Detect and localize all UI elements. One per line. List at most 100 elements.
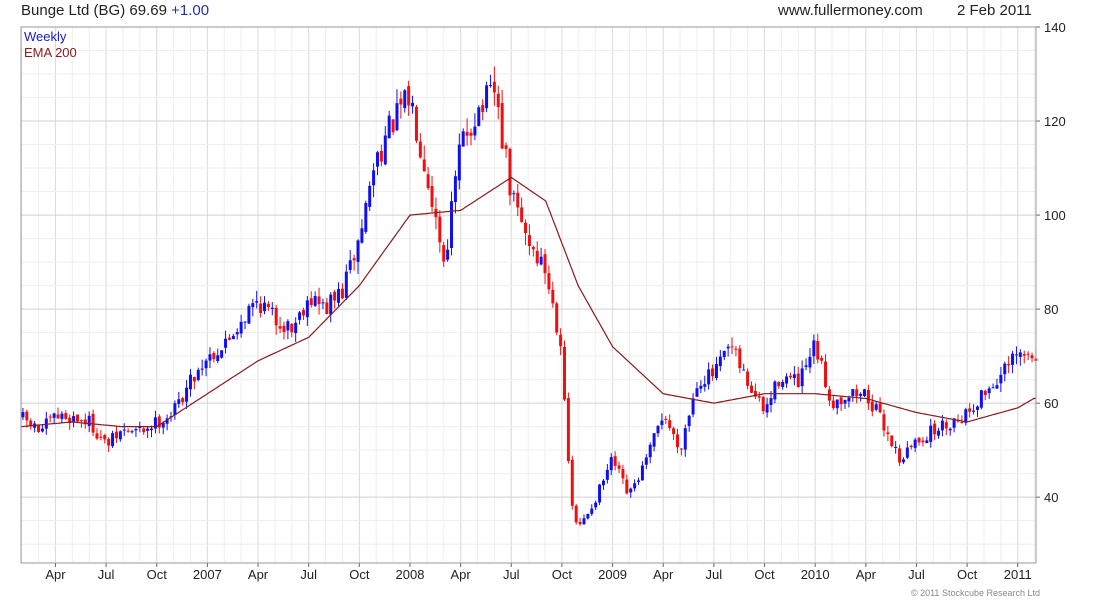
- candle-body: [391, 119, 395, 133]
- candle-body: [1018, 352, 1022, 357]
- y-tick-label: 140: [1044, 20, 1066, 35]
- candle-body: [309, 298, 313, 306]
- last-price: 69.69: [129, 2, 167, 19]
- x-tick-label: Jul: [706, 567, 723, 582]
- candle-body: [395, 103, 399, 131]
- candle-body: [878, 403, 882, 413]
- candle-body: [134, 429, 138, 431]
- candle-body: [305, 300, 309, 318]
- candle-body: [301, 310, 305, 316]
- candle-body: [929, 425, 933, 442]
- candle-body: [196, 369, 200, 380]
- y-tick-label: 60: [1044, 396, 1058, 411]
- candle-body: [442, 245, 446, 262]
- x-tick-label: Oct: [754, 567, 775, 582]
- candle-body: [730, 346, 734, 348]
- candle-body: [481, 105, 485, 113]
- candle-body: [477, 107, 481, 126]
- candle-body: [95, 433, 99, 439]
- candle-body: [329, 294, 333, 315]
- candle-body: [617, 465, 621, 469]
- candle-body: [1030, 355, 1034, 359]
- candle-body: [718, 356, 722, 367]
- candle-body: [933, 423, 937, 435]
- candle-body: [898, 448, 902, 463]
- candle-body: [418, 141, 422, 158]
- candle-body: [524, 222, 528, 234]
- security-name: Bunge Ltd (BG): [21, 2, 126, 19]
- candle-body: [660, 420, 664, 426]
- candle-body: [555, 303, 559, 333]
- candle-body: [781, 381, 785, 387]
- candle-body: [562, 346, 566, 400]
- candle-body: [750, 385, 754, 393]
- candle-body: [508, 148, 512, 196]
- candle-body: [609, 457, 613, 471]
- x-tick-label: 2010: [801, 567, 830, 582]
- candle-body: [181, 398, 185, 403]
- candle-body: [138, 427, 142, 429]
- x-tick-label: Jul: [908, 567, 925, 582]
- candle-body: [44, 418, 48, 429]
- candle-body: [146, 428, 150, 431]
- candle-body: [699, 385, 703, 389]
- x-tick-label: Oct: [349, 567, 370, 582]
- candle-body: [913, 439, 917, 448]
- candle-body: [968, 408, 972, 412]
- candle-body: [886, 432, 890, 435]
- candle-body: [734, 348, 738, 350]
- candle-body: [37, 424, 41, 433]
- candle-body: [777, 382, 781, 387]
- candle-body: [259, 303, 263, 313]
- candle-body: [644, 457, 648, 465]
- candle-body: [516, 192, 520, 208]
- candle-body: [707, 369, 711, 385]
- candle-body: [150, 428, 154, 430]
- candle-body: [243, 321, 247, 323]
- candle-body: [130, 431, 134, 433]
- candle-body: [921, 440, 925, 443]
- candle-body: [726, 346, 730, 349]
- candle-body: [586, 513, 590, 519]
- candle-body: [216, 355, 220, 361]
- candle-body: [473, 126, 477, 136]
- y-tick-label: 80: [1044, 302, 1058, 317]
- candle-body: [375, 152, 379, 167]
- candle-body: [940, 420, 944, 431]
- candle-body: [722, 350, 726, 358]
- candle-body: [344, 271, 348, 298]
- candle-body: [531, 246, 535, 250]
- candle-body: [387, 115, 391, 139]
- legend-ema: EMA 200: [24, 45, 77, 60]
- candle-body: [290, 324, 294, 333]
- x-tick-label: 2009: [598, 567, 627, 582]
- candle-body: [286, 321, 290, 331]
- candle-body: [72, 416, 76, 422]
- candle-body: [255, 301, 259, 303]
- candle-body: [859, 393, 863, 396]
- candle-body: [56, 414, 60, 419]
- candle-body: [122, 429, 126, 431]
- x-tick-label: 2007: [193, 567, 222, 582]
- candle-body: [979, 390, 983, 408]
- candle-body: [465, 131, 469, 136]
- x-tick-label: Apr: [451, 567, 472, 582]
- candle-body: [991, 387, 995, 389]
- candle-body: [79, 420, 83, 422]
- candle-body: [598, 484, 602, 503]
- candle-body: [364, 202, 368, 232]
- candle-body: [551, 289, 555, 304]
- candle-body: [368, 185, 372, 207]
- candle-body: [399, 98, 403, 105]
- candle-body: [839, 397, 843, 405]
- candle-body: [847, 397, 851, 402]
- candle-body: [757, 396, 761, 398]
- candle-body: [672, 428, 676, 435]
- candle-body: [379, 150, 383, 162]
- chart-title: Bunge Ltd (BG) 69.69 +1.00: [21, 2, 209, 19]
- candle-body: [831, 400, 835, 409]
- candle-body: [270, 307, 274, 310]
- candle-body: [247, 305, 251, 324]
- candle-body: [111, 433, 115, 447]
- candle-body: [282, 325, 286, 333]
